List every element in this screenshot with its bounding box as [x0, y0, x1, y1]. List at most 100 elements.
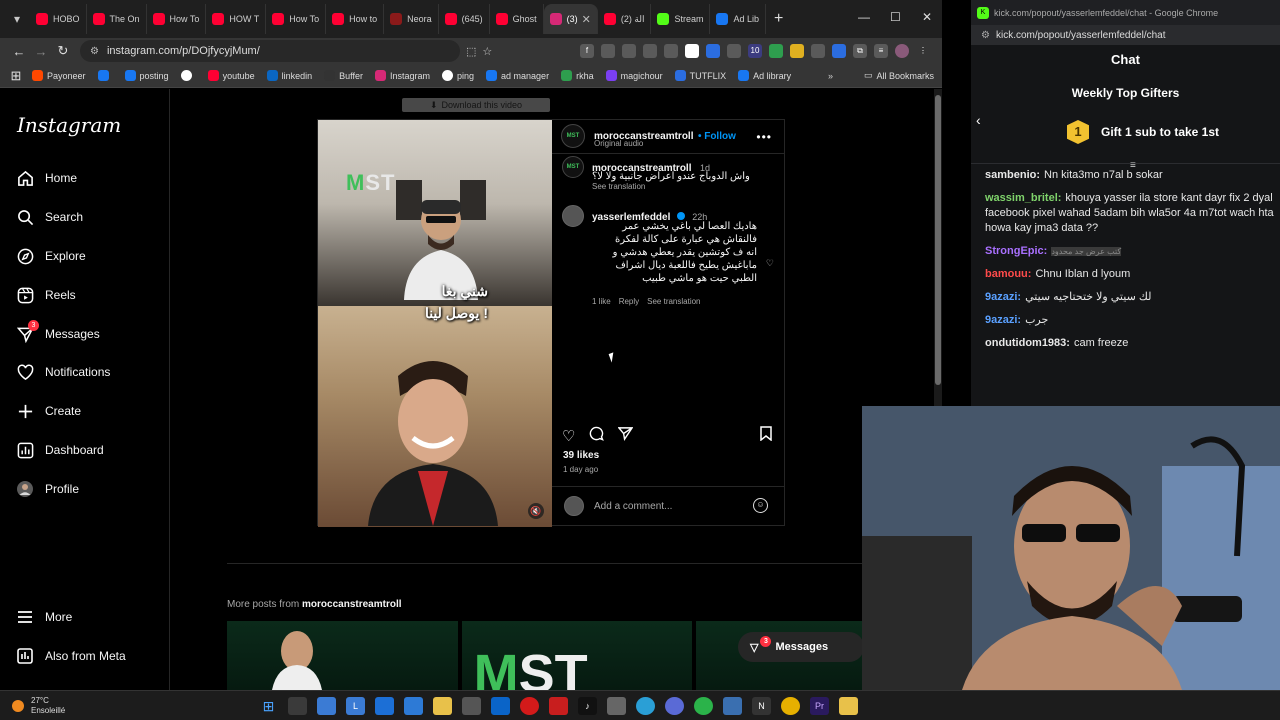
commenter-avatar[interactable]	[562, 205, 584, 227]
bookmark-item[interactable]: youtube	[207, 70, 255, 81]
more-posts-user[interactable]: moroccanstreamtroll	[302, 599, 401, 610]
comment-like-icon[interactable]: ♡	[766, 258, 774, 269]
download-video-bar[interactable]: ⬇ Download this video	[402, 98, 550, 112]
forward-icon[interactable]: →	[30, 44, 52, 59]
extension-icon[interactable]	[601, 44, 615, 58]
extension-icon[interactable]	[643, 44, 657, 58]
profile-avatar-icon[interactable]	[895, 44, 909, 58]
maximize-icon[interactable]: ☐	[890, 10, 901, 24]
tab-search-icon[interactable]: ▾	[8, 10, 26, 28]
chat-username[interactable]: sambenio:	[985, 169, 1040, 181]
site-info-icon[interactable]: ⚙	[90, 46, 99, 57]
bookmark-item[interactable]: rkha	[561, 70, 594, 81]
app-icon[interactable]	[375, 697, 394, 715]
chat-username[interactable]: 9azazi:	[985, 314, 1021, 326]
minimize-icon[interactable]: —	[858, 10, 870, 24]
browser-tab[interactable]: How to	[326, 4, 385, 34]
browser-tab[interactable]: (3) ✕	[543, 4, 598, 34]
store-icon[interactable]	[462, 697, 481, 715]
tiktok-icon[interactable]: ♪	[578, 697, 597, 715]
app-icon[interactable]: L	[346, 697, 365, 715]
extension-icon[interactable]	[769, 44, 783, 58]
instagram-logo[interactable]: Instagram	[17, 113, 121, 137]
app-icon[interactable]	[607, 697, 626, 715]
whatsapp-icon[interactable]	[694, 697, 713, 715]
all-bookmarks-folder[interactable]: ▭ All Bookmarks	[864, 70, 934, 81]
bookmark-item[interactable]: ad manager	[486, 70, 549, 81]
telegram-icon[interactable]	[636, 697, 655, 715]
chat-username[interactable]: StrongEpic:	[985, 245, 1047, 257]
folder-icon[interactable]	[839, 697, 858, 715]
more-options-icon[interactable]: •••	[756, 130, 772, 144]
extension-icon[interactable]	[727, 44, 741, 58]
author-avatar[interactable]: MST	[561, 124, 585, 148]
browser-tab[interactable]: Ad Lib	[710, 4, 766, 34]
sidebar-item-more[interactable]: More	[16, 608, 72, 626]
kick-address-bar[interactable]: ⚙ kick.com/popout/yasserlemfeddel/chat	[971, 25, 1280, 45]
extension-icon[interactable]	[664, 44, 678, 58]
browser-tab[interactable]: Ghost	[490, 4, 544, 34]
extension-icon[interactable]: 10	[748, 44, 762, 58]
sidebar-item-reels[interactable]: Reels	[16, 286, 76, 304]
site-info-icon[interactable]: ⚙	[981, 30, 990, 41]
app-icon[interactable]	[549, 697, 568, 715]
extension-icon[interactable]: f	[580, 44, 594, 58]
bookmark-item[interactable]: ping	[442, 70, 474, 81]
url-field[interactable]: ⚙ instagram.com/p/DOjfycyjMum/	[80, 40, 460, 62]
extension-icon[interactable]	[706, 44, 720, 58]
save-icon[interactable]	[760, 426, 772, 444]
browser-tab[interactable]: HOBO	[30, 4, 87, 34]
bookmark-item[interactable]: TUTFLIX	[674, 70, 726, 81]
sidebar-item-profile[interactable]: Profile	[16, 480, 79, 498]
post-video[interactable]: MST شني بغا يوصل لينا ! 🔇	[318, 120, 552, 527]
install-icon[interactable]: ⬚	[466, 45, 476, 58]
share-icon[interactable]	[617, 426, 634, 445]
bookmark-item[interactable]: magichour	[605, 70, 663, 81]
extension-icon[interactable]	[811, 44, 825, 58]
outlook-icon[interactable]	[491, 697, 510, 715]
browser-tab[interactable]: How To	[147, 4, 207, 34]
bookmark-item[interactable]: Instagram	[374, 70, 430, 81]
comment-icon[interactable]	[589, 426, 605, 445]
mute-icon[interactable]: 🔇	[528, 503, 544, 519]
bookmark-item[interactable]	[180, 70, 196, 81]
weather-widget[interactable]: 27°C Ensoleillé	[12, 696, 65, 716]
extension-icon[interactable]	[622, 44, 636, 58]
browser-tab[interactable]: How To	[266, 4, 327, 34]
sidebar-item-notifications[interactable]: Notifications	[16, 363, 110, 381]
sidebar-item-home[interactable]: Home	[16, 169, 77, 187]
sidebar-item-explore[interactable]: Explore	[16, 247, 86, 265]
apps-grid-icon[interactable]: ⊞	[8, 68, 24, 84]
app-icon[interactable]	[404, 697, 423, 715]
chrome-icon[interactable]	[781, 697, 800, 715]
reply-link[interactable]: Reply	[619, 297, 639, 306]
post-thumbnail[interactable]	[227, 621, 458, 690]
bookmark-item[interactable]: Ad library	[738, 70, 791, 81]
chat-username[interactable]: ondutidom1983:	[985, 337, 1070, 349]
browser-tab[interactable]: Neora	[384, 4, 439, 34]
bookmark-item[interactable]: posting	[124, 70, 169, 81]
file-explorer-icon[interactable]	[433, 697, 452, 715]
close-tab-icon[interactable]: ✕	[582, 13, 591, 26]
caption-avatar[interactable]: MST	[562, 156, 584, 178]
scrollbar-thumb[interactable]	[935, 95, 941, 385]
premiere-icon[interactable]: Pr	[810, 697, 829, 715]
chat-username[interactable]: 9azazi:	[985, 291, 1021, 303]
extension-icon[interactable]	[685, 44, 699, 58]
emoji-icon[interactable]: ☺	[753, 498, 768, 513]
see-translation-link[interactable]: See translation	[647, 297, 700, 306]
browser-tab[interactable]: The On	[87, 4, 147, 34]
task-view-icon[interactable]	[288, 697, 307, 715]
extension-icon[interactable]	[790, 44, 804, 58]
add-comment-input[interactable]: Add a comment...	[594, 501, 672, 512]
follow-button[interactable]: • Follow	[698, 131, 736, 142]
app-icon[interactable]	[723, 697, 742, 715]
bookmark-star-icon[interactable]: ☆	[482, 45, 492, 58]
comment-likes[interactable]: 1 like	[592, 297, 611, 306]
browser-tab[interactable]: (2) الة	[598, 4, 652, 34]
sidebar-item-search[interactable]: Search	[16, 208, 83, 226]
bookmark-item[interactable]: linkedin	[266, 70, 312, 81]
bookmark-item[interactable]: Buffer	[324, 70, 363, 81]
like-icon[interactable]: ♡	[562, 427, 575, 445]
likes-count[interactable]: 39 likes	[563, 450, 599, 461]
